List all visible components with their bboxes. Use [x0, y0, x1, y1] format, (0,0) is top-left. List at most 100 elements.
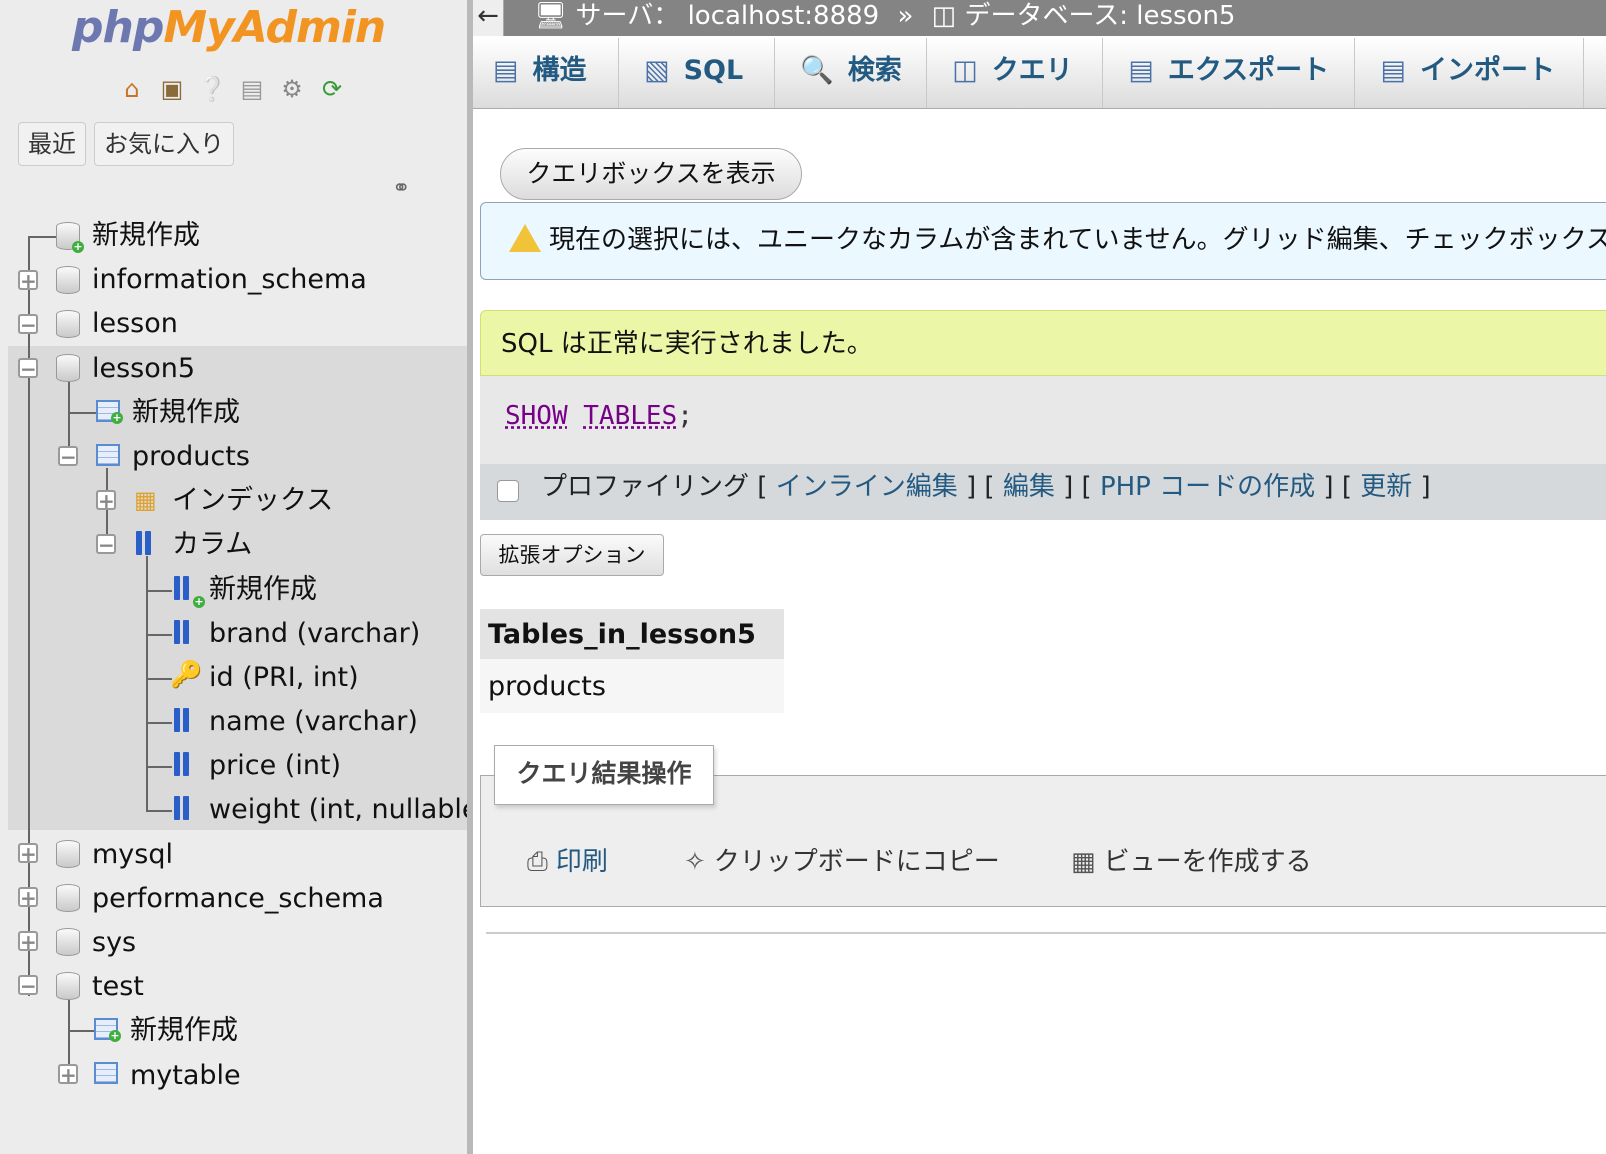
- collapse-icon[interactable]: −: [18, 975, 38, 996]
- reload-icon[interactable]: ⟳: [316, 74, 348, 104]
- server-icon: 🖥: [534, 1, 568, 31]
- show-query-box-button[interactable]: クエリボックスを表示: [500, 148, 802, 200]
- collapse-icon[interactable]: −: [58, 446, 78, 467]
- tree-line: [146, 722, 172, 724]
- tree-table-products[interactable]: products: [132, 437, 250, 477]
- tree-db-lesson[interactable]: lesson: [92, 304, 178, 344]
- tree-db-mysql[interactable]: mysql: [92, 835, 173, 875]
- expand-icon[interactable]: +: [18, 887, 38, 908]
- sql-query-text: SHOW TABLES;: [505, 401, 693, 431]
- tab-structure[interactable]: ▤ 構造: [473, 38, 619, 108]
- collapse-icon[interactable]: −: [18, 358, 38, 379]
- table-icon: [94, 1062, 118, 1084]
- tree-line: [68, 1030, 94, 1032]
- expand-icon[interactable]: +: [18, 931, 38, 952]
- breadcrumb: ← 🖥 サーバ： localhost:8889 » ◫ データベース: less…: [473, 0, 1606, 36]
- column-icon: [174, 620, 200, 648]
- tree-column-weight[interactable]: weight (int, nullable): [209, 790, 467, 830]
- search-icon: 🔍: [800, 55, 834, 86]
- database-icon: [56, 310, 80, 338]
- database-icon: [56, 884, 80, 912]
- tree-db-sys[interactable]: sys: [92, 923, 136, 963]
- expand-icon[interactable]: +: [58, 1064, 78, 1085]
- tree-db-test[interactable]: test: [92, 967, 144, 1007]
- structure-icon: ▤: [493, 55, 519, 86]
- column-header[interactable]: Tables_in_lesson5: [480, 609, 784, 659]
- create-view-link[interactable]: ▦ ビューを作成する: [1071, 842, 1312, 882]
- tree-line: [146, 678, 172, 680]
- link-with-main-icon[interactable]: ⚭: [392, 176, 410, 201]
- tree-line: [146, 810, 172, 812]
- new-column-icon: +: [174, 576, 205, 608]
- tree-indexes[interactable]: インデックス: [172, 481, 333, 521]
- sql-keyword[interactable]: TABLES: [583, 401, 677, 431]
- tab-search[interactable]: 🔍 検索: [780, 38, 928, 108]
- tree-line: [28, 236, 58, 238]
- refresh-link[interactable]: 更新: [1360, 472, 1412, 502]
- sidebar-resizer[interactable]: [467, 0, 473, 1154]
- tree-column-price[interactable]: price (int): [209, 746, 341, 786]
- new-table-icon: +: [96, 400, 123, 424]
- nav-icon-bar: ⌂ ▣ ❔ ▤ ⚙ ⟳: [116, 74, 348, 104]
- table-cell[interactable]: products: [480, 659, 784, 713]
- inline-edit-link[interactable]: インライン編集: [776, 472, 958, 502]
- sql-icon: ▧: [644, 55, 670, 86]
- tree-new-database[interactable]: 新規作成: [92, 216, 200, 256]
- tree-line: [146, 556, 148, 810]
- tab-export[interactable]: ▤ エクスポート: [1108, 38, 1356, 108]
- collapse-icon[interactable]: −: [96, 534, 116, 555]
- tree-line: [146, 634, 172, 636]
- tree-db-information-schema[interactable]: information_schema: [92, 260, 367, 300]
- logout-icon[interactable]: ▣: [156, 74, 188, 104]
- copy-to-clipboard-link[interactable]: ✧ クリップボードにコピー: [684, 842, 1000, 882]
- tree-column-brand[interactable]: brand (varchar): [209, 614, 420, 654]
- tab-sql[interactable]: ▧ SQL: [624, 38, 776, 108]
- print-link[interactable]: ⎙ 印刷: [527, 842, 608, 882]
- expand-icon[interactable]: +: [96, 490, 116, 511]
- extra-options-button[interactable]: 拡張オプション: [480, 534, 664, 576]
- docs-icon[interactable]: ▤: [236, 74, 268, 104]
- column-icon: [174, 752, 200, 780]
- tree-line: [68, 412, 96, 414]
- help-icon[interactable]: ❔: [196, 74, 228, 104]
- columns-icon: [136, 531, 162, 559]
- collapse-icon[interactable]: −: [18, 314, 38, 335]
- column-icon: [174, 708, 200, 736]
- tree-db-lesson5[interactable]: lesson5: [92, 349, 195, 389]
- results-table: Tables_in_lesson5 products: [480, 609, 784, 713]
- expand-icon[interactable]: +: [18, 270, 38, 291]
- breadcrumb-separator: »: [897, 1, 914, 31]
- tree-columns[interactable]: カラム: [172, 525, 252, 565]
- recent-button[interactable]: 最近: [18, 122, 86, 166]
- tab-import[interactable]: ▤ インポート: [1360, 38, 1585, 108]
- clipboard-icon: ✧: [684, 847, 706, 877]
- breadcrumb-db[interactable]: lesson5: [1136, 1, 1235, 31]
- tree-column-id[interactable]: id (PRI, int): [209, 658, 359, 698]
- warning-icon: [509, 224, 541, 252]
- tree-table-mytable[interactable]: mytable: [130, 1056, 241, 1096]
- favorites-button[interactable]: お気に入り: [94, 122, 234, 166]
- collapse-nav-button[interactable]: ←: [473, 0, 504, 36]
- database-icon: [56, 840, 80, 868]
- expand-icon[interactable]: +: [18, 843, 38, 864]
- home-icon[interactable]: ⌂: [116, 74, 148, 104]
- profiling-checkbox[interactable]: [497, 480, 519, 502]
- tab-query[interactable]: ◫ クエリ: [932, 38, 1104, 108]
- breadcrumb-db-label: データベース:: [964, 1, 1128, 31]
- tree-db-performance-schema[interactable]: performance_schema: [92, 879, 384, 919]
- database-icon: +: [56, 222, 84, 253]
- sql-keyword[interactable]: SHOW: [505, 401, 568, 431]
- phpmyadmin-logo[interactable]: phpMyAdmin: [72, 2, 386, 53]
- primary-key-icon: 🔑: [170, 660, 203, 690]
- tree-lesson5-new-table[interactable]: 新規作成: [132, 393, 240, 433]
- database-icon: [56, 928, 80, 956]
- tree-new-column[interactable]: 新規作成: [209, 570, 317, 610]
- index-icon: ▦: [134, 486, 157, 514]
- tree-test-new-table[interactable]: 新規作成: [130, 1011, 238, 1051]
- breadcrumb-server[interactable]: localhost:8889: [688, 1, 880, 31]
- tree-column-name[interactable]: name (varchar): [209, 702, 418, 742]
- settings-icon[interactable]: ⚙: [276, 74, 308, 104]
- create-php-code-link[interactable]: PHP コードの作成: [1100, 472, 1315, 502]
- edit-link[interactable]: 編集: [1003, 472, 1055, 502]
- notice-message: 現在の選択には、ユニークなカラムが含まれていません。グリッド編集、チェックボック…: [480, 202, 1606, 280]
